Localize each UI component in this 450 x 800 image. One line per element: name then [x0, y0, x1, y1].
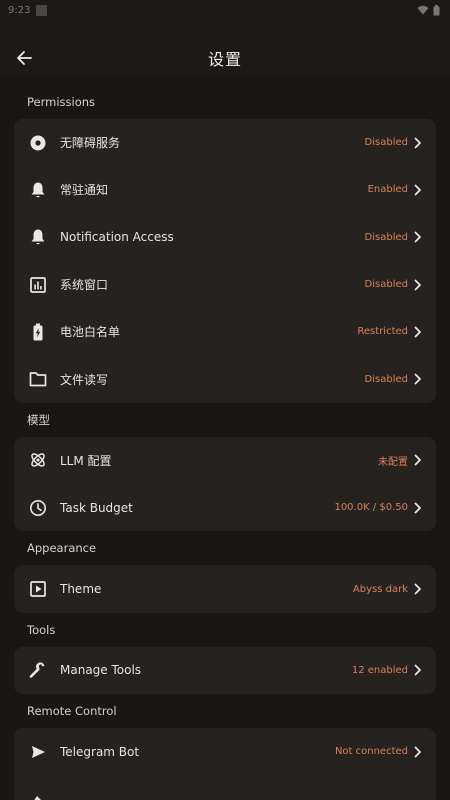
clock-icon [28, 498, 48, 518]
battery-status-icon [433, 4, 440, 15]
chevron-right-icon [414, 137, 424, 149]
app-header: 设置 [0, 40, 450, 76]
row-status: Not connected [334, 746, 408, 758]
theme-icon [28, 579, 48, 599]
chevron-right-icon [414, 746, 424, 758]
chevron-right-icon [414, 502, 424, 514]
row-status: Disabled [364, 373, 408, 385]
settings-list: Permissions 无障碍服务 Disabled 常驻通知 Enabled Notif… [0, 93, 450, 800]
row-status: Abyss dark [352, 583, 408, 595]
settings-row-item-0-3[interactable]: 系统窗口 Disabled [14, 261, 436, 308]
row-label: Notification Access [60, 230, 174, 245]
row-status: 未配置 [378, 456, 408, 468]
row-status: Disabled [364, 137, 408, 149]
section-title: Permissions [27, 95, 96, 109]
row-label: 电池白名单 [60, 325, 121, 340]
row-label: 文件读写 [60, 372, 109, 387]
section-title: Remote Control [27, 703, 117, 718]
send-icon [28, 742, 48, 762]
row-label: Theme [60, 582, 102, 597]
bell-icon [28, 227, 48, 247]
folder-icon [28, 369, 48, 389]
row-status: Restricted [357, 326, 408, 338]
chevron-right-icon [414, 454, 424, 466]
settings-row-theme[interactable]: Theme Abyss dark [14, 565, 436, 612]
row-label: Telegram Bot [60, 744, 140, 759]
status-bar: 9:23 [0, 0, 450, 20]
wrench-icon [28, 660, 48, 680]
section-title: Appearance [27, 541, 97, 556]
row-status: Enabled [367, 184, 408, 196]
back-button[interactable] [12, 46, 36, 70]
back-arrow-icon [17, 51, 32, 65]
partial-icon [28, 789, 48, 800]
row-label: Manage Tools [60, 663, 142, 678]
settings-row-task-budget[interactable]: Task Budget 100.0K / $0.50 [14, 484, 436, 531]
row-label: 常驻通知 [60, 183, 109, 198]
chevron-right-icon [414, 279, 424, 291]
top-spacer [0, 20, 450, 40]
settings-row-item-0-0[interactable]: 无障碍服务 Disabled [14, 119, 436, 166]
chevron-right-icon [414, 326, 424, 338]
page-title: 设置 [207, 50, 242, 69]
chevron-right-icon [414, 583, 424, 595]
atom-icon [28, 450, 48, 470]
settings-row-item-0-4[interactable]: 电池白名单 Restricted [14, 308, 436, 355]
settings-card: LLM 配置 未配置 Task Budget 100.0K / $0.50 [14, 436, 436, 532]
settings-card: Manage Tools 12 enabled [14, 646, 436, 694]
row-label: Task Budget [60, 500, 133, 515]
status-time: 9:23 [8, 4, 31, 16]
row-label: LLM 配置 [60, 453, 112, 468]
section-title: Tools [27, 622, 56, 637]
settings-row-item-0-5[interactable]: 文件读写 Disabled [14, 355, 436, 402]
settings-row-item-0-1[interactable]: 常驻通知 Enabled [14, 166, 436, 213]
chevron-right-icon [414, 664, 424, 676]
settings-card: Telegram Bot Not connected [14, 727, 436, 800]
settings-row-notification-access[interactable]: Notification Access Disabled [14, 214, 436, 261]
chevron-right-icon [414, 184, 424, 196]
chevron-right-icon [414, 373, 424, 385]
row-status: Disabled [364, 231, 408, 243]
bell-icon [28, 180, 48, 200]
settings-row-item-4-1[interactable] [14, 775, 436, 800]
accessibility-icon [28, 133, 48, 153]
settings-row-manage-tools[interactable]: Manage Tools 12 enabled [14, 647, 436, 694]
settings-row-telegram-bot[interactable]: Telegram Bot Not connected [14, 728, 436, 775]
wifi-icon [417, 5, 429, 15]
chevron-right-icon [414, 231, 424, 243]
settings-row-llm[interactable]: LLM 配置 未配置 [14, 437, 436, 484]
status-notification-icon [36, 4, 48, 16]
row-status: Disabled [364, 279, 408, 291]
settings-card: Theme Abyss dark [14, 565, 436, 613]
row-label: 无障碍服务 [60, 136, 121, 151]
battery-icon [28, 322, 48, 342]
settings-content: Permissions 无障碍服务 Disabled 常驻通知 Enabled Notif… [0, 76, 450, 800]
row-status: 100.0K / $0.50 [334, 502, 408, 514]
row-status: 12 enabled [351, 664, 408, 676]
row-label: 系统窗口 [60, 278, 109, 293]
section-title: 模型 [27, 412, 50, 427]
chart-window-icon [28, 275, 48, 295]
settings-card: 无障碍服务 Disabled 常驻通知 Enabled Notification Acc… [14, 119, 436, 403]
